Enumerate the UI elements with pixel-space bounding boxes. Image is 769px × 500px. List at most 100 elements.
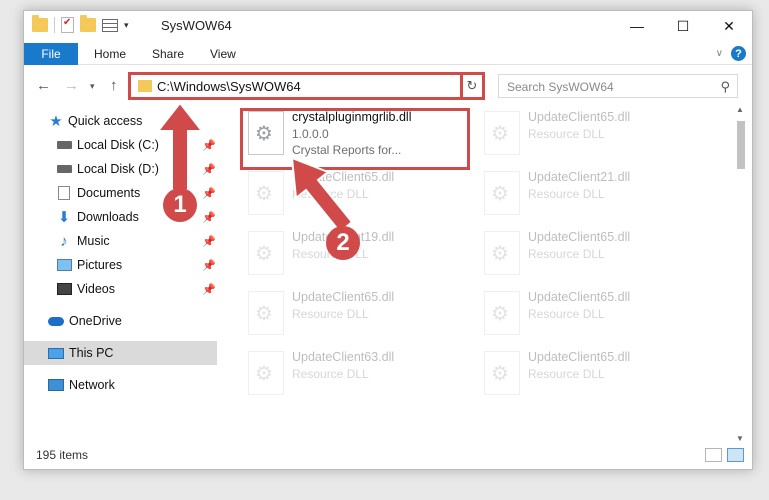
dll-file-icon <box>484 231 520 275</box>
close-icon[interactable]: ✕ <box>706 11 752 41</box>
minimize-icon[interactable]: — <box>614 11 660 41</box>
scrollbar-thumb[interactable] <box>737 121 745 169</box>
tab-share[interactable]: Share <box>152 47 184 61</box>
pin-icon[interactable]: 📌 <box>202 187 216 200</box>
documents-icon <box>56 186 72 200</box>
file-item[interactable]: UpdateClient63.dll Resource DLL <box>244 349 474 407</box>
help-icon[interactable]: ? <box>731 46 746 61</box>
file-type: Resource DLL <box>528 187 605 201</box>
sidebar-item-videos[interactable]: Videos 📌 <box>24 277 217 301</box>
file-type: Resource DLL <box>528 127 605 141</box>
step-1-badge: 1 <box>163 188 197 222</box>
sidebar-item-this-pc[interactable]: This PC <box>24 341 217 365</box>
file-name: UpdateClient21.dll <box>528 170 631 184</box>
folder-icon <box>138 80 152 92</box>
drive-icon <box>56 138 72 152</box>
expand-ribbon-chevron-icon[interactable]: ∨ <box>716 48 723 59</box>
dll-file-icon <box>248 231 284 275</box>
step-2-badge: 2 <box>326 226 360 260</box>
details-view-icon[interactable] <box>705 448 722 462</box>
file-item[interactable]: UpdateClient65.dll Resource DLL <box>244 289 474 347</box>
sidebar-item-label: Music <box>77 234 110 248</box>
pin-icon[interactable]: 📌 <box>202 139 216 152</box>
pin-icon[interactable]: 📌 <box>202 283 216 296</box>
dll-file-icon <box>484 291 520 335</box>
dll-file-icon <box>248 171 284 215</box>
sidebar-item-quick-access[interactable]: ★ Quick access <box>24 109 217 133</box>
folder-icon <box>32 15 48 32</box>
refresh-button[interactable]: ↻ <box>461 74 483 98</box>
dll-file-icon <box>484 351 520 395</box>
file-highlight-box <box>240 108 470 170</box>
music-icon: ♪ <box>60 232 68 250</box>
navigation-pane: ★ Quick access Local Disk (C:) 📌 Local D… <box>24 105 217 445</box>
file-name: UpdateClient65.dll <box>528 110 631 124</box>
file-item[interactable]: UpdateClient21.dll Resource DLL <box>480 169 710 227</box>
tab-file[interactable]: File <box>24 43 78 65</box>
sidebar-item-local-disk-c[interactable]: Local Disk (C:) 📌 <box>24 133 217 157</box>
sidebar-item-label: This PC <box>69 346 114 360</box>
refresh-icon: ↻ <box>466 78 478 93</box>
file-name: UpdateClient65.dll <box>528 350 631 364</box>
recent-locations-chevron-icon[interactable]: ▾ <box>90 81 95 92</box>
file-type: Resource DLL <box>528 367 605 381</box>
navigation-bar: ← → ▾ ↑ C:\Windows\SysWOW64 ▾ ↻ Search S… <box>24 65 752 105</box>
network-icon <box>48 378 64 392</box>
file-item[interactable]: UpdateClient65.dll Resource DLL <box>480 229 710 287</box>
download-icon: ⬇ <box>57 209 71 226</box>
sidebar-item-pictures[interactable]: Pictures 📌 <box>24 253 217 277</box>
file-type: Resource DLL <box>292 187 369 201</box>
up-arrow-icon[interactable]: ↑ <box>110 77 118 94</box>
properties-icon[interactable] <box>61 17 74 33</box>
dll-file-icon <box>484 171 520 215</box>
address-path[interactable]: C:\Windows\SysWOW64 <box>157 79 301 94</box>
pin-icon[interactable]: 📌 <box>202 259 216 272</box>
pin-icon[interactable]: 📌 <box>202 163 216 176</box>
large-icons-view-icon[interactable] <box>727 448 744 462</box>
sidebar-item-label: Videos <box>77 282 115 296</box>
sidebar-item-label: Local Disk (C:) <box>77 138 159 152</box>
star-icon: ★ <box>49 113 63 130</box>
back-arrow-icon[interactable]: ← <box>36 77 51 94</box>
file-item[interactable]: UpdateClient65.dll Resource DLL <box>244 169 474 227</box>
file-name: UpdateClient65.dll <box>528 230 631 244</box>
view-layout-icon[interactable] <box>102 18 118 32</box>
tab-view[interactable]: View <box>210 47 236 61</box>
window-title: SysWOW64 <box>161 18 232 33</box>
address-bar[interactable]: C:\Windows\SysWOW64 ▾ <box>129 74 483 98</box>
new-folder-icon[interactable] <box>80 15 96 32</box>
sidebar-item-label: Local Disk (D:) <box>77 162 159 176</box>
sidebar-item-label: Pictures <box>77 258 123 272</box>
sidebar-item-onedrive[interactable]: OneDrive <box>24 309 217 333</box>
status-bar: 195 items <box>24 443 752 469</box>
ribbon-right-controls: ∨ ? <box>716 46 746 61</box>
vertical-scrollbar[interactable]: ▲ ▼ <box>734 105 748 445</box>
forward-arrow-icon[interactable]: → <box>64 77 79 94</box>
file-item[interactable]: UpdateClient65.dll Resource DLL <box>480 349 710 407</box>
window-controls: — ☐ ✕ <box>614 11 752 41</box>
videos-icon <box>56 282 72 296</box>
file-name: UpdateClient63.dll <box>292 350 395 364</box>
sidebar-item-local-disk-d[interactable]: Local Disk (D:) 📌 <box>24 157 217 181</box>
sidebar-item-label: Quick access <box>68 114 143 128</box>
pin-icon[interactable]: 📌 <box>202 211 216 224</box>
search-input[interactable]: Search SysWOW64 ⚲ <box>498 74 738 98</box>
search-icon[interactable]: ⚲ <box>720 79 730 95</box>
file-item[interactable]: UpdateClient65.dll Resource DLL <box>480 289 710 347</box>
title-bar: ▾ SysWOW64 — ☐ ✕ <box>24 11 752 43</box>
sidebar-item-music[interactable]: ♪ Music 📌 <box>24 229 217 253</box>
tab-home[interactable]: Home <box>94 47 126 61</box>
toolbar-divider <box>54 17 55 33</box>
file-type: Resource DLL <box>292 307 369 321</box>
sidebar-item-network[interactable]: Network <box>24 373 217 397</box>
file-item[interactable]: UpdateClient65.dll Resource DLL <box>480 109 710 167</box>
file-type: Resource DLL <box>528 247 605 261</box>
drive-icon <box>56 162 72 176</box>
scroll-up-icon[interactable]: ▲ <box>736 105 744 114</box>
scroll-down-icon[interactable]: ▼ <box>736 434 744 443</box>
customize-toolbar-chevron-icon[interactable]: ▾ <box>124 20 129 31</box>
pictures-icon <box>56 258 72 272</box>
maximize-icon[interactable]: ☐ <box>660 11 706 41</box>
pin-icon[interactable]: 📌 <box>202 235 216 248</box>
explorer-window: ▾ SysWOW64 — ☐ ✕ File Home Share View ∨ … <box>23 10 753 470</box>
